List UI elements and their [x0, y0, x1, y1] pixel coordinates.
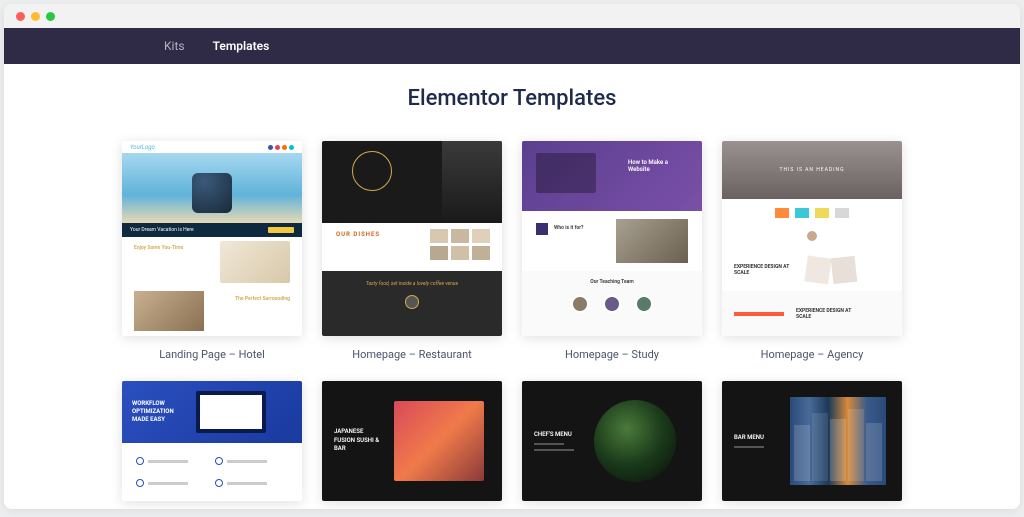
thumb-hero: CHEF'S MENU — [534, 431, 584, 438]
template-card-chef[interactable]: CHEF'S MENU — [522, 381, 702, 501]
thumb-banner: Your Dream Vacation is Here — [130, 227, 194, 233]
template-card-bar[interactable]: BAR MENU — [722, 381, 902, 501]
thumb-hero: BAR MENU — [734, 434, 780, 441]
nav-templates[interactable]: Templates — [213, 39, 270, 53]
page-title: Elementor Templates — [4, 86, 1020, 111]
thumb-tagline: Tasty food, set inside a lovely coffee v… — [366, 281, 458, 287]
thumb-hero: How to Make a Website — [628, 159, 688, 173]
template-thumb: THIS IS AN HEADING EXPERIENCE DESIGN AT … — [722, 141, 902, 336]
template-label: Homepage – Study — [565, 348, 659, 361]
template-card-study[interactable]: How to Make a Website Who is it for? Our… — [522, 141, 702, 361]
nav-kits[interactable]: Kits — [164, 39, 185, 53]
template-thumb: JAPANESE FUSION SUSHI & BAR — [322, 381, 502, 501]
thumb-sub: Who is it for? — [554, 225, 583, 231]
template-thumb: How to Make a Website Who is it for? Our… — [522, 141, 702, 336]
template-label: Landing Page – Hotel — [159, 348, 265, 361]
minimize-icon[interactable] — [31, 12, 40, 21]
template-grid: YourLogo Your Dream Vacation is Here Enj… — [4, 141, 1020, 501]
navbar: Kits Templates — [4, 28, 1020, 64]
template-thumb: BAR MENU — [722, 381, 902, 501]
browser-frame: Kits Templates Elementor Templates YourL… — [4, 4, 1020, 509]
maximize-icon[interactable] — [46, 12, 55, 21]
thumb-section: OUR DISHES — [336, 231, 380, 238]
thumb-hero: WORKFLOW OPTIMIZATION MADE EASY — [132, 400, 188, 423]
thumb-hero: JAPANESE FUSION SUSHI & BAR — [334, 428, 384, 453]
template-thumb: OUR DISHES Tasty food, set inside a love… — [322, 141, 502, 336]
template-card-hotel[interactable]: YourLogo Your Dream Vacation is Here Enj… — [122, 141, 302, 361]
template-thumb: YourLogo Your Dream Vacation is Here Enj… — [122, 141, 302, 336]
template-thumb: CHEF'S MENU — [522, 381, 702, 501]
close-icon[interactable] — [16, 12, 25, 21]
thumb-hero: THIS IS AN HEADING — [779, 167, 844, 173]
template-thumb: WORKFLOW OPTIMIZATION MADE EASY — [122, 381, 302, 501]
thumb-h2: The Perfect Surrounding — [235, 296, 290, 302]
thumb-team: Our Teaching Team — [590, 279, 633, 285]
template-card-workflow[interactable]: WORKFLOW OPTIMIZATION MADE EASY — [122, 381, 302, 501]
thumb-s1: EXPERIENCE DESIGN AT SCALE — [734, 264, 794, 276]
template-label: Homepage – Restaurant — [352, 348, 472, 361]
template-card-agency[interactable]: THIS IS AN HEADING EXPERIENCE DESIGN AT … — [722, 141, 902, 361]
main: Elementor Templates YourLogo Your Dream … — [4, 64, 1020, 509]
template-label: Homepage – Agency — [761, 348, 864, 361]
thumb-h1: Enjoy Some You-Time — [134, 245, 183, 251]
template-card-sushi[interactable]: JAPANESE FUSION SUSHI & BAR — [322, 381, 502, 501]
template-card-restaurant[interactable]: OUR DISHES Tasty food, set inside a love… — [322, 141, 502, 361]
thumb-s2: EXPERIENCE DESIGN AT SCALE — [796, 308, 856, 320]
thumb-logo: YourLogo — [130, 144, 155, 151]
title-bar — [4, 4, 1020, 28]
